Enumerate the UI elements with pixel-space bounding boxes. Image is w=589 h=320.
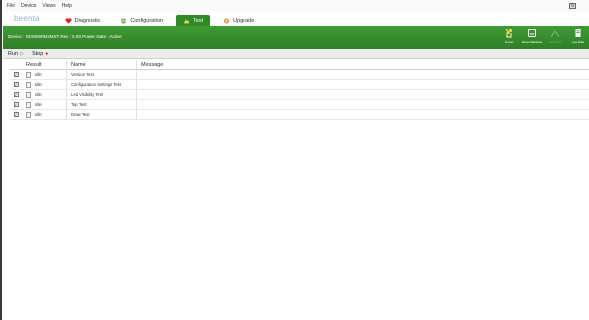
name-cell: Configuration Settings Test	[67, 80, 137, 89]
row-check-cell: ✓	[10, 70, 22, 79]
import-label: Import	[504, 40, 514, 44]
menu-file[interactable]: File	[7, 3, 15, 9]
row-check-cell: ✓	[10, 100, 22, 109]
message-cell	[137, 110, 589, 119]
grid-header: Result Name Message	[10, 61, 589, 70]
document-icon	[26, 91, 31, 98]
tab-test-label: Test	[193, 17, 204, 24]
logdata-icon	[573, 28, 583, 38]
header-check-cell	[10, 61, 22, 69]
header-message[interactable]: Message	[137, 61, 589, 69]
menu-device[interactable]: Device	[21, 3, 36, 9]
name-cell: Led Visibility Test	[67, 90, 137, 99]
result-text: Idle	[35, 82, 42, 87]
tab-configuration[interactable]: Configuration	[113, 15, 170, 26]
import-icon	[504, 28, 514, 38]
reset-baseline-button[interactable]: Reset Baseline	[521, 28, 543, 48]
result-text: Idle	[35, 92, 42, 97]
app-logo: beenta	[14, 14, 40, 23]
device-actions: Import Reset Baseline Get Data Log Data	[497, 28, 589, 48]
result-text: Idle	[35, 72, 42, 77]
window-left-edge	[0, 0, 2, 320]
message-cell	[137, 80, 589, 89]
get-data-button[interactable]: Get Data	[544, 28, 566, 48]
result-cell: Idle	[22, 110, 67, 119]
config-icon	[120, 18, 127, 24]
name-cell: Draw Test	[67, 110, 137, 119]
row-checkbox[interactable]: ✓	[13, 112, 19, 117]
window-restore-button[interactable]: ⊟	[569, 3, 576, 9]
header-result[interactable]: Result	[22, 61, 67, 69]
result-cell: Idle	[22, 80, 67, 89]
test-name: Led Visibility Test	[71, 92, 103, 97]
import-button[interactable]: Import	[498, 28, 520, 48]
device-bar: Device : SDW090M2MST Rev : 5.00 Power st…	[3, 26, 589, 49]
result-text: Idle	[35, 102, 42, 107]
table-row[interactable]: ✓ Idle Tap Test	[10, 100, 589, 110]
table-row[interactable]: ✓ Idle Draw Test	[10, 110, 589, 120]
header-result-label: Result	[26, 62, 42, 68]
device-info: Device : SDW090M2MST Rev : 5.00 Power st…	[8, 33, 122, 39]
result-cell: Idle	[22, 70, 67, 79]
document-icon	[26, 81, 31, 88]
stop-icon: ●	[45, 50, 49, 57]
tab-upgrade-label: Upgrade	[233, 17, 255, 24]
play-icon: ▷	[20, 50, 24, 57]
tab-upgrade[interactable]: Upgrade	[216, 15, 261, 26]
tab-diagnostic[interactable]: Diagnostic	[58, 15, 108, 26]
test-name: Draw Test	[71, 112, 90, 117]
row-check-cell: ✓	[10, 110, 22, 119]
result-cell: Idle	[22, 100, 67, 109]
getdata-icon	[550, 28, 560, 38]
message-cell	[137, 70, 589, 79]
row-checkbox[interactable]: ✓	[13, 72, 19, 77]
row-check-cell: ✓	[10, 90, 22, 99]
tab-configuration-label: Configuration	[130, 17, 164, 24]
message-cell	[137, 100, 589, 109]
row-checkbox[interactable]: ✓	[13, 92, 19, 97]
get-data-label: Get Data	[548, 40, 561, 44]
test-name: Version Test	[71, 72, 94, 77]
header-message-label: Message	[141, 62, 164, 68]
document-icon	[26, 111, 31, 118]
menu-help[interactable]: Help	[62, 3, 72, 9]
upgrade-icon	[223, 17, 230, 24]
log-data-button[interactable]: Log Data	[567, 28, 589, 48]
table-row[interactable]: ✓ Idle Version Test	[10, 70, 589, 80]
test-name: Configuration Settings Test	[71, 82, 121, 87]
menu-views[interactable]: Views	[42, 3, 55, 9]
menu-bar: File Device Views Help ⊟	[3, 0, 589, 12]
name-cell: Version Test	[67, 70, 137, 79]
header-name-label: Name	[71, 62, 86, 68]
tab-test[interactable]: Test	[176, 15, 211, 26]
test-grid: Result Name Message ✓ Idle Version Test …	[10, 61, 589, 120]
test-name: Tap Test	[71, 102, 87, 107]
document-icon	[26, 71, 31, 78]
run-label: Run	[8, 50, 19, 57]
tab-diagnostic-label: Diagnostic	[74, 17, 101, 24]
test-toolbar: Run ▷ Stop ●	[3, 49, 589, 59]
log-data-label: Log Data	[571, 40, 585, 44]
nav-bar: beenta Diagnostic Configuration Test Upg…	[3, 12, 589, 26]
result-text: Idle	[35, 112, 42, 117]
reset-baseline-label: Reset Baseline	[521, 40, 543, 44]
document-icon	[26, 101, 31, 108]
run-button[interactable]: Run ▷	[8, 51, 24, 57]
row-check-cell: ✓	[10, 80, 22, 89]
row-checkbox[interactable]: ✓	[13, 82, 19, 87]
test-icon	[183, 18, 190, 24]
table-row[interactable]: ✓ Idle Configuration Settings Test	[10, 80, 589, 90]
header-name[interactable]: Name	[67, 61, 137, 69]
name-cell: Tap Test	[67, 100, 137, 109]
heart-icon	[65, 17, 72, 24]
row-checkbox[interactable]: ✓	[13, 102, 19, 107]
table-row[interactable]: ✓ Idle Led Visibility Test	[10, 90, 589, 100]
reset-icon	[527, 28, 537, 38]
stop-label: Stop	[31, 50, 44, 57]
result-cell: Idle	[22, 90, 67, 99]
message-cell	[137, 90, 589, 99]
stop-button[interactable]: Stop ●	[32, 51, 48, 57]
